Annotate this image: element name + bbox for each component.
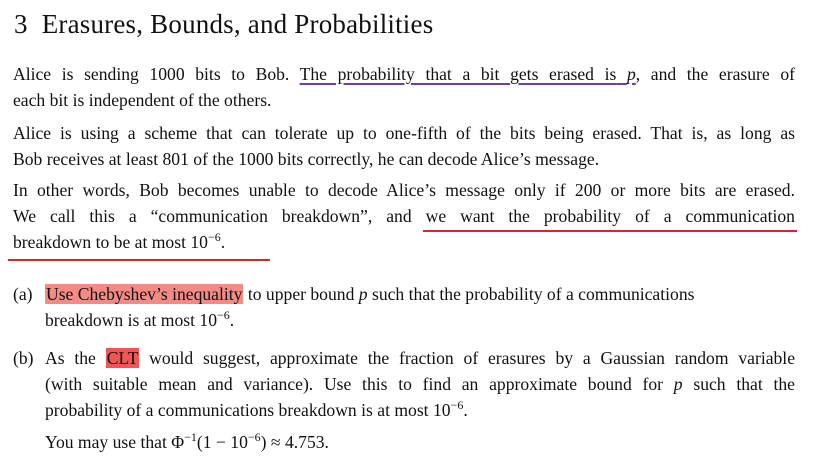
red-highlighted-text: CLT: [105, 348, 140, 368]
paragraph-1-line-2: each bit is independent of the others.: [13, 90, 272, 110]
question-b-body: As the CLT would suggest, approximate th…: [45, 345, 795, 455]
red-underline-mark-2: [8, 259, 270, 261]
paragraph-1-line-1: Alice is sending 1000 bits to Bob. The p…: [13, 64, 795, 84]
question-a: (a) Use Chebyshev’s inequality to upper …: [13, 281, 795, 333]
paragraph-2-line-1: Alice is using a scheme that can tolerat…: [13, 123, 795, 143]
paragraph-3: In other words, Bob becomes unable to de…: [13, 177, 795, 255]
red-underline-mark-1: [423, 230, 797, 232]
section-number: 3: [14, 9, 28, 39]
question-b: (b) As the CLT would suggest, approximat…: [13, 345, 795, 455]
paragraph-2: Alice is using a scheme that can tolerat…: [13, 120, 795, 172]
pink-highlighted-text: Use Chebyshev’s inequality: [45, 284, 244, 304]
paragraph-3-line-1: In other words, Bob becomes unable to de…: [13, 180, 795, 200]
paragraph-3-line-2: We call this a “communication breakdown”…: [13, 206, 795, 226]
question-a-label: (a): [13, 284, 33, 304]
question-a-body: Use Chebyshev’s inequality to upper boun…: [45, 284, 695, 330]
purple-underlined-text: The probability that a bit gets erased i…: [299, 64, 636, 84]
paragraph-1: Alice is sending 1000 bits to Bob. The p…: [13, 61, 795, 113]
red-underlined-text: we want the probability of a communicati…: [425, 206, 795, 226]
document-page: 3 Erasures, Bounds, and Probabilities Ali…: [0, 0, 818, 464]
section-title: Erasures, Bounds, and Probabilities: [41, 9, 434, 39]
section-heading: 3 Erasures, Bounds, and Probabilities: [14, 6, 433, 42]
paragraph-2-line-2: Bob receives at least 801 of the 1000 bi…: [13, 149, 600, 169]
question-b-label: (b): [13, 348, 34, 368]
question-b-hint: You may use that Φ−1(1 − 10−6) ≈ 4.753.: [45, 430, 329, 452]
paragraph-3-line-3: breakdown to be at most 10−6.: [13, 230, 226, 252]
